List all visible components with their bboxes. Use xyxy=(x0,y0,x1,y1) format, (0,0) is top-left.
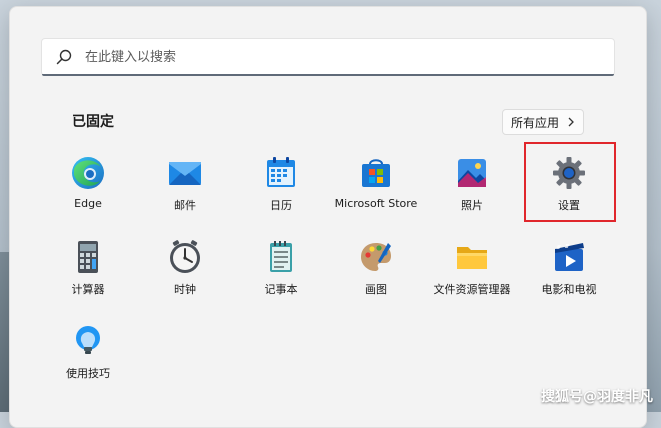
start-menu: 已固定 所有应用 Edge xyxy=(9,6,647,428)
pinned-app-edge[interactable]: Edge xyxy=(40,155,136,231)
pinned-app-mail[interactable]: 邮件 xyxy=(137,155,233,231)
pinned-app-file-explorer[interactable]: 文件资源管理器 xyxy=(424,239,520,315)
store-icon xyxy=(362,159,390,187)
search-input[interactable] xyxy=(83,48,567,66)
pinned-app-movies-tv[interactable]: 电影和电视 xyxy=(521,239,617,315)
pinned-section-title: 已固定 xyxy=(72,114,114,130)
app-label: Microsoft Store xyxy=(334,197,418,210)
all-apps-button[interactable]: 所有应用 xyxy=(502,109,585,135)
app-label: 照片 xyxy=(461,199,483,212)
pinned-app-tips[interactable]: 使用技巧 xyxy=(40,323,136,399)
paint-icon xyxy=(361,243,391,271)
notepad-icon xyxy=(270,241,292,272)
app-label: 日历 xyxy=(270,199,292,212)
pinned-app-paint[interactable]: 画图 xyxy=(328,239,424,315)
app-label: 使用技巧 xyxy=(66,367,110,380)
calculator-icon xyxy=(78,241,98,273)
all-apps-label: 所有应用 xyxy=(511,115,560,130)
mail-icon xyxy=(169,162,201,185)
edge-icon xyxy=(72,157,104,189)
watermark: 搜狐号@羽度非凡 xyxy=(541,389,653,405)
settings-highlight-box xyxy=(524,142,616,222)
app-label: 画图 xyxy=(365,283,387,296)
app-label: 记事本 xyxy=(264,283,298,296)
pinned-app-calculator[interactable]: 计算器 xyxy=(40,239,136,315)
chevron-right-icon xyxy=(568,117,574,127)
pinned-app-calendar[interactable]: 日历 xyxy=(233,155,329,231)
pinned-app-clock[interactable]: 时钟 xyxy=(137,239,233,315)
app-label: 计算器 xyxy=(71,283,105,296)
clock-icon xyxy=(170,240,200,273)
app-label: 电影和电视 xyxy=(541,283,597,296)
pinned-app-notepad[interactable]: 记事本 xyxy=(233,239,329,315)
video-icon xyxy=(555,243,584,271)
app-label: 文件资源管理器 xyxy=(433,283,511,296)
pinned-app-photos[interactable]: 照片 xyxy=(424,155,520,231)
search-icon xyxy=(56,49,72,65)
photos-icon xyxy=(458,159,486,187)
app-label: 时钟 xyxy=(174,283,196,296)
folder-icon xyxy=(457,247,487,269)
search-box[interactable] xyxy=(41,38,615,76)
calendar-icon xyxy=(267,157,295,187)
app-label: 邮件 xyxy=(174,199,196,212)
pinned-app-microsoft-store[interactable]: Microsoft Store xyxy=(328,155,424,231)
tips-icon xyxy=(76,326,100,354)
app-label: Edge xyxy=(74,197,102,210)
